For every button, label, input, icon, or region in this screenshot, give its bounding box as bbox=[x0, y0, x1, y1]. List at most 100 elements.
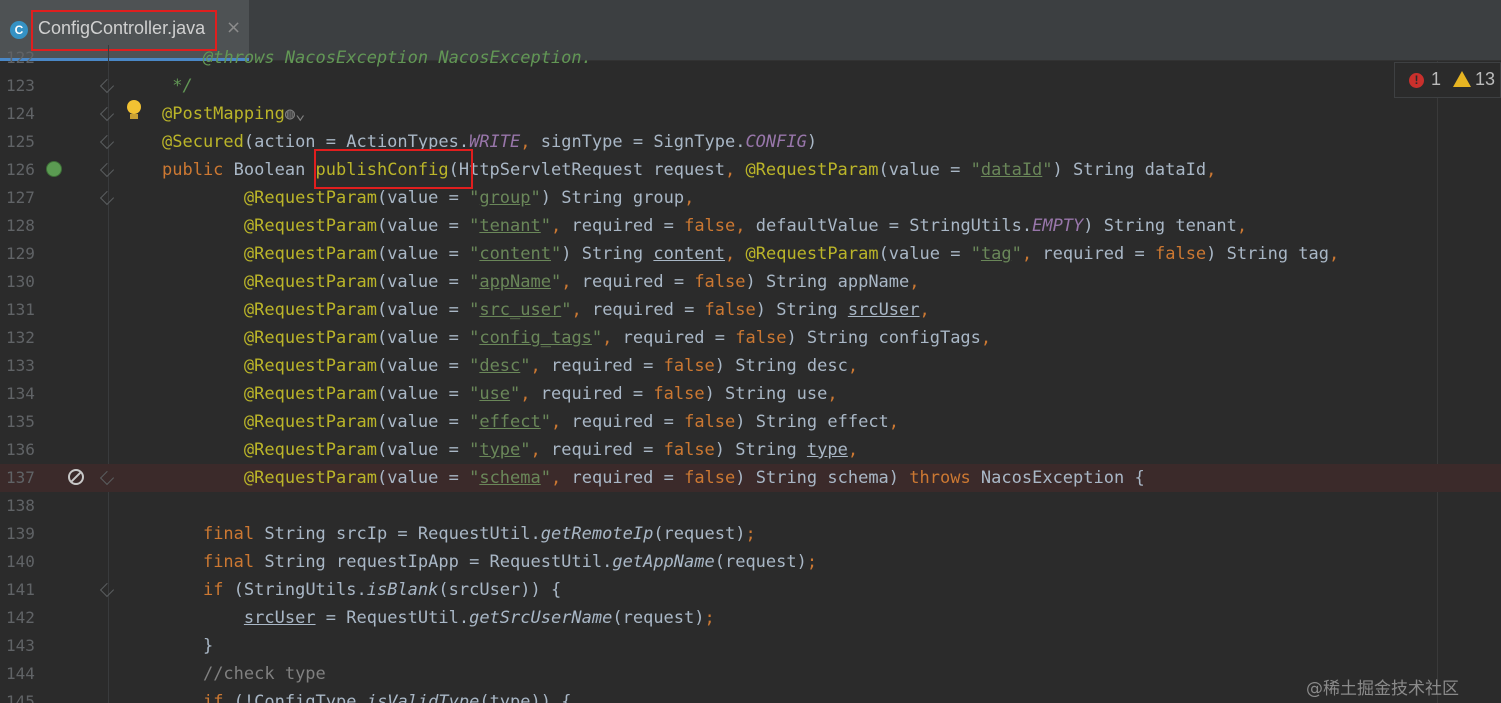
line-number: 125 bbox=[6, 132, 35, 151]
fold-marker[interactable] bbox=[99, 470, 115, 486]
line-number: 137 bbox=[6, 468, 35, 487]
code-token: false bbox=[704, 300, 756, 320]
fold-marker[interactable] bbox=[99, 78, 115, 94]
line-number: 142 bbox=[6, 608, 35, 627]
fold-marker[interactable] bbox=[99, 190, 115, 206]
code-line[interactable]: 129 @RequestParam(value = "content") Str… bbox=[0, 240, 1501, 268]
error-count: 1 bbox=[1431, 69, 1442, 89]
code-token: @RequestParam bbox=[243, 272, 377, 292]
code-line[interactable]: 142 srcUser = RequestUtil.getSrcUserName… bbox=[0, 604, 1501, 632]
code-text: @RequestParam(value = "schema", required… bbox=[162, 464, 1145, 492]
code-line[interactable]: 127 @RequestParam(value = "group") Strin… bbox=[0, 184, 1501, 212]
code-token: , bbox=[684, 188, 695, 208]
code-line[interactable]: 123 */ bbox=[0, 72, 1501, 100]
code-token: (value = bbox=[878, 244, 971, 264]
code-token: @PostMapping bbox=[162, 104, 285, 124]
code-token: required = bbox=[571, 412, 685, 432]
code-line[interactable]: 128 @RequestParam(value = "tenant", requ… bbox=[0, 212, 1501, 240]
code-token: , bbox=[847, 356, 859, 376]
code-line[interactable]: 136 @RequestParam(value = "type", requir… bbox=[0, 436, 1501, 464]
code-editor[interactable]: 122 @throws NacosException NacosExceptio… bbox=[0, 45, 1501, 703]
code-line[interactable]: 134 @RequestParam(value = "use", require… bbox=[0, 380, 1501, 408]
code-token: tag bbox=[980, 244, 1012, 264]
code-token: " bbox=[510, 384, 521, 404]
code-token: @RequestParam bbox=[243, 412, 377, 432]
code-token: (StringUtils. bbox=[233, 580, 367, 600]
code-line[interactable]: 132 @RequestParam(value = "config_tags",… bbox=[0, 324, 1501, 352]
code-token: type bbox=[806, 440, 848, 460]
code-token: " bbox=[520, 356, 531, 376]
code-line[interactable]: 135 @RequestParam(value = "effect", requ… bbox=[0, 408, 1501, 436]
endpoint-globe-icon[interactable] bbox=[46, 161, 62, 177]
code-text: srcUser = RequestUtil.getSrcUserName(req… bbox=[162, 604, 715, 632]
code-token: , bbox=[1236, 216, 1248, 236]
code-token: required = bbox=[571, 468, 685, 488]
fold-marker[interactable] bbox=[99, 162, 115, 178]
code-token: NacosException { bbox=[980, 468, 1145, 488]
code-line[interactable]: 131 @RequestParam(value = "src_user", re… bbox=[0, 296, 1501, 324]
code-token: (value = bbox=[878, 160, 971, 180]
code-token: content bbox=[479, 244, 551, 264]
code-token: @RequestParam bbox=[243, 468, 377, 488]
code-token: ) String bbox=[561, 244, 654, 264]
code-token: " bbox=[970, 160, 981, 180]
code-token: (type)) { bbox=[479, 692, 572, 703]
code-token: group bbox=[479, 188, 531, 208]
code-token: @Secured bbox=[162, 132, 244, 152]
code-line[interactable]: 145 if (!ConfigType.isValidType(type)) { bbox=[0, 688, 1501, 703]
code-token: , bbox=[847, 440, 859, 460]
code-token: getRemoteIp bbox=[540, 524, 654, 544]
code-token: , bbox=[551, 216, 572, 236]
code-token: ) String use bbox=[704, 384, 828, 404]
code-token: */ bbox=[162, 76, 193, 96]
code-token: " bbox=[550, 272, 562, 292]
code-token: use bbox=[479, 384, 511, 404]
code-token: false bbox=[684, 216, 736, 236]
code-token: , bbox=[602, 328, 623, 348]
fold-marker[interactable] bbox=[99, 582, 115, 598]
code-line[interactable]: 141 if (StringUtils.isBlank(srcUser)) { bbox=[0, 576, 1501, 604]
no-entry-icon[interactable] bbox=[68, 469, 84, 485]
code-line[interactable]: 139 final String srcIp = RequestUtil.get… bbox=[0, 520, 1501, 548]
code-line[interactable]: 124 @PostMapping◍⌄ bbox=[0, 100, 1501, 128]
code-token: " bbox=[970, 244, 981, 264]
code-token: (value = bbox=[376, 300, 470, 320]
close-icon[interactable]: × bbox=[226, 17, 241, 38]
code-line[interactable]: 138 bbox=[0, 492, 1501, 520]
code-line[interactable]: 130 @RequestParam(value = "appName", req… bbox=[0, 268, 1501, 296]
code-line[interactable]: 144 //check type bbox=[0, 660, 1501, 688]
code-text: @PostMapping◍⌄ bbox=[162, 100, 305, 128]
inspection-widget[interactable]: ! 1 13 bbox=[1394, 62, 1501, 98]
code-token: required = bbox=[591, 300, 705, 320]
code-line[interactable]: 122 @throws NacosException NacosExceptio… bbox=[0, 45, 1501, 72]
code-token: required = bbox=[551, 356, 664, 376]
watermark: @稀土掘金技术社区 bbox=[1306, 679, 1459, 699]
code-token: " bbox=[520, 440, 531, 460]
fold-marker[interactable] bbox=[99, 106, 115, 122]
code-line[interactable]: 126 public Boolean publishConfig(HttpServ… bbox=[0, 156, 1501, 184]
highlight-box-method bbox=[314, 149, 473, 189]
code-line[interactable]: 137 @RequestParam(value = "schema", requ… bbox=[0, 464, 1501, 492]
code-line[interactable]: 140 final String requestIpApp = RequestU… bbox=[0, 548, 1501, 576]
code-line[interactable]: 143 } bbox=[0, 632, 1501, 660]
lightbulb-icon[interactable] bbox=[127, 100, 141, 114]
fold-marker[interactable] bbox=[99, 134, 115, 150]
code-token: " bbox=[561, 300, 572, 320]
line-number: 144 bbox=[6, 664, 35, 683]
code-token: if bbox=[202, 692, 234, 703]
code-token: " bbox=[1042, 160, 1053, 180]
code-token: " bbox=[469, 384, 480, 404]
code-text: @Secured(action = ActionTypes.WRITE, sig… bbox=[162, 128, 817, 156]
code-token: @RequestParam bbox=[243, 328, 377, 348]
code-line[interactable]: 125 @Secured(action = ActionTypes.WRITE, … bbox=[0, 128, 1501, 156]
code-token: " bbox=[540, 412, 551, 432]
code-line[interactable]: 133 @RequestParam(value = "desc", requir… bbox=[0, 352, 1501, 380]
code-token: String requestIpApp = RequestUtil. bbox=[264, 552, 613, 572]
code-token: , bbox=[1206, 160, 1217, 180]
code-token: ) String bbox=[714, 440, 807, 460]
code-token: ; bbox=[806, 552, 818, 572]
code-token: required = bbox=[540, 384, 654, 404]
code-token: @RequestParam bbox=[243, 216, 377, 236]
